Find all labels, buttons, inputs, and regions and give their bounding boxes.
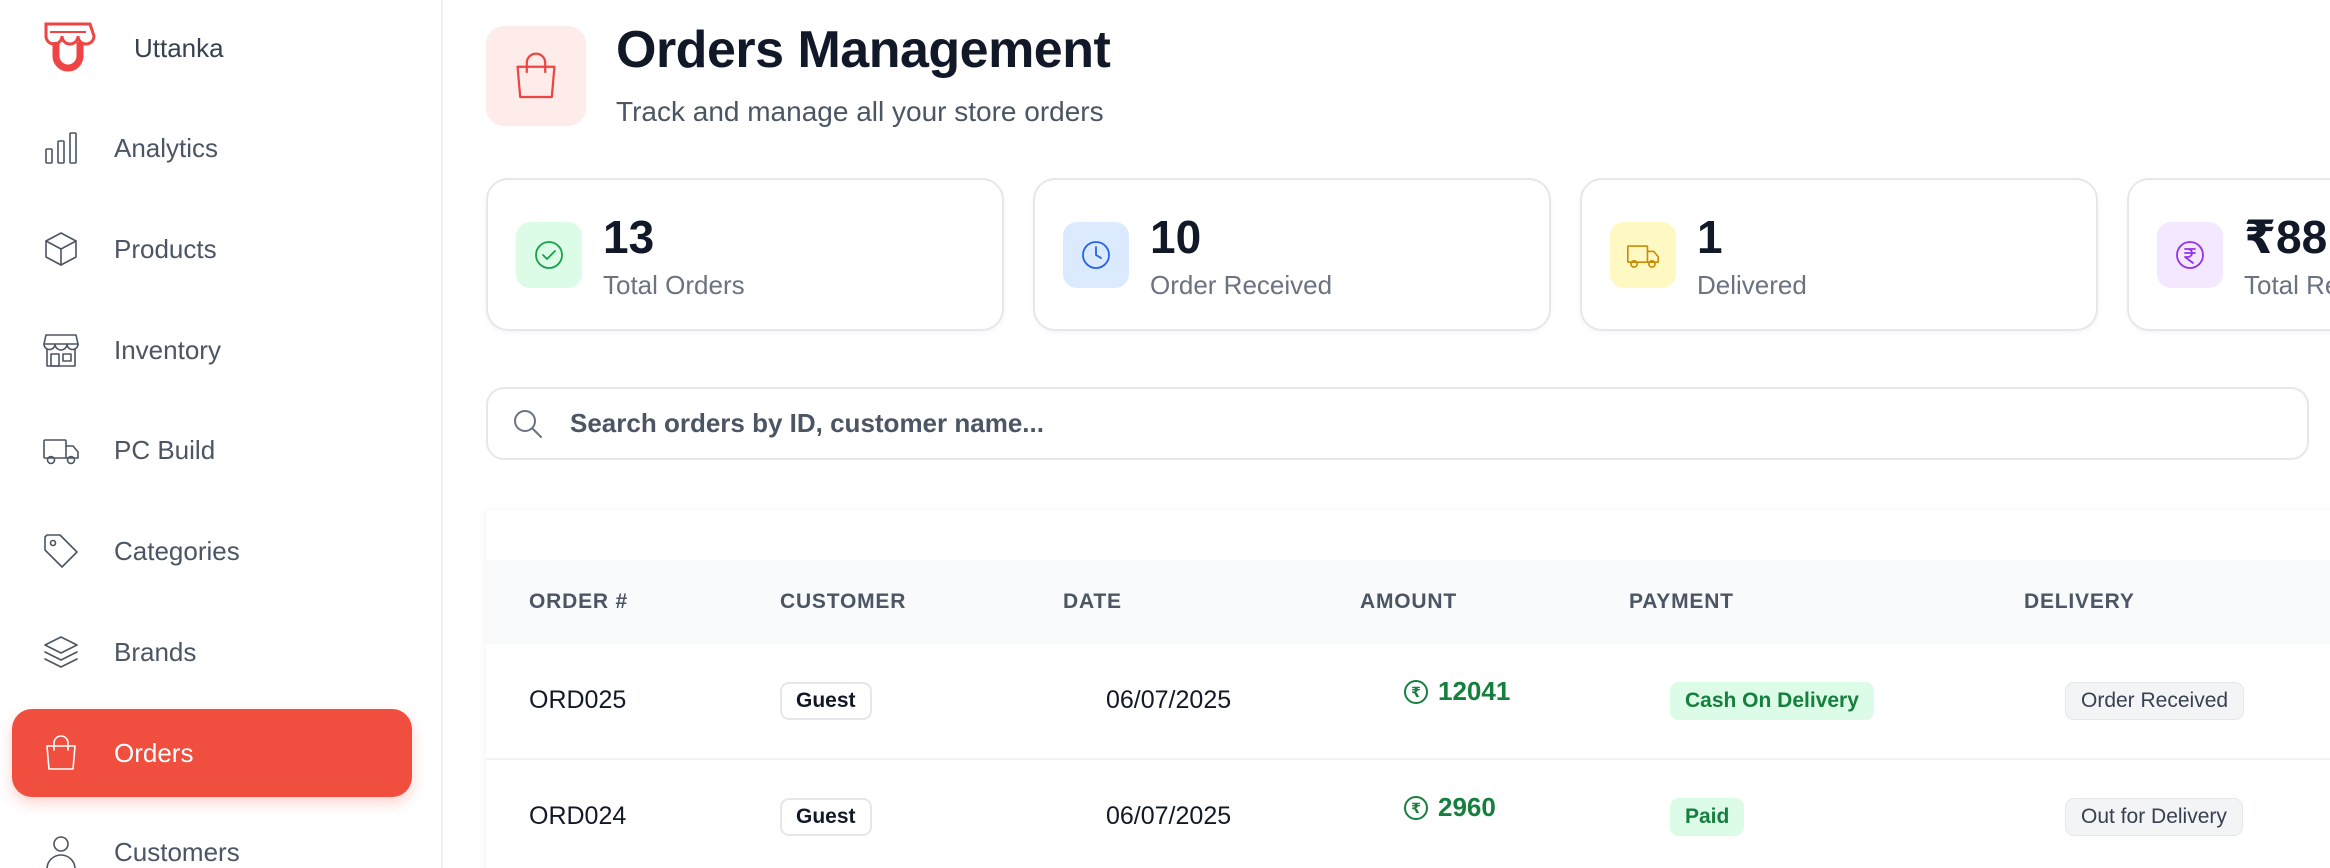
stat-label: Total Re (2244, 270, 2330, 300)
brand-name: Uttanka (134, 32, 224, 63)
sidebar-item-label: Customers (114, 836, 240, 867)
sidebar-item-customers[interactable]: Customers (12, 808, 412, 868)
store-logo-icon (44, 22, 96, 72)
table-row[interactable]: ORD024 Guest 06/07/2025 ₹ 2960 Paid Out … (486, 760, 2330, 868)
search-icon (512, 408, 544, 440)
order-date: 06/07/2025 (1106, 686, 1232, 714)
stat-label: Order Received (1150, 270, 1333, 300)
rupee-icon: ₹ (1404, 795, 1428, 820)
sidebar-item-label: Categories (114, 535, 240, 566)
stat-label: Delivered (1697, 270, 1807, 300)
customer-badge: Guest (780, 682, 872, 720)
order-date: 06/07/2025 (1106, 802, 1232, 830)
store-icon (42, 331, 80, 369)
sidebar-item-orders[interactable]: Orders (12, 709, 412, 797)
check-circle-icon (516, 222, 582, 288)
customer-badge: Guest (780, 798, 872, 836)
bar-chart-icon (42, 129, 80, 167)
header-icon-box (486, 26, 586, 126)
layers-icon (42, 633, 80, 671)
clock-icon (1063, 222, 1129, 288)
stat-card-order-received: 10 Order Received (1033, 178, 1551, 331)
brand[interactable]: Uttanka (40, 18, 224, 78)
stat-value: 1 (1697, 211, 1723, 263)
shopping-bag-icon (42, 734, 80, 772)
sidebar-item-label: Inventory (114, 334, 221, 365)
sidebar-item-pc-build[interactable]: PC Build (12, 406, 412, 494)
search-input[interactable] (568, 407, 2168, 440)
rupee-circle-icon (2157, 222, 2223, 288)
order-amount: ₹ 2960 (1404, 792, 1496, 823)
stat-card-total-revenue: ₹88, Total Re (2127, 178, 2330, 331)
sidebar-item-label: Orders (114, 737, 194, 768)
rupee-icon: ₹ (1404, 679, 1428, 704)
sidebar: Uttanka Analytics Products Inventory PC (0, 0, 443, 868)
stat-card-total-orders: 13 Total Orders (486, 178, 1004, 331)
amount-value: 2960 (1438, 792, 1496, 822)
amount-value: 12041 (1438, 676, 1511, 706)
shopping-bag-icon (516, 52, 556, 99)
truck-icon (1610, 222, 1676, 288)
sidebar-item-label: Products (114, 233, 217, 264)
user-icon (42, 833, 80, 868)
order-amount: ₹ 12041 (1404, 676, 1510, 707)
column-header-payment[interactable]: PAYMENT (1629, 560, 1734, 644)
stat-value: ₹88, (2244, 211, 2330, 263)
table-header: ORDER # CUSTOMER DATE AMOUNT PAYMENT DEL… (486, 560, 2330, 644)
stat-label: Total Orders (603, 270, 745, 300)
tag-icon (42, 532, 80, 570)
column-header-delivery[interactable]: DELIVERY (2024, 560, 2135, 644)
column-header-customer[interactable]: CUSTOMER (780, 560, 906, 644)
payment-status-badge: Cash On Delivery (1670, 682, 1874, 720)
column-header-order[interactable]: ORDER # (529, 560, 628, 644)
sidebar-item-products[interactable]: Products (12, 205, 412, 293)
box-icon (42, 230, 80, 268)
sidebar-item-analytics[interactable]: Analytics (12, 104, 412, 192)
column-header-date[interactable]: DATE (1063, 560, 1122, 644)
stat-value: 10 (1150, 211, 1202, 263)
delivery-status-badge[interactable]: Out for Delivery (2065, 798, 2243, 836)
page-subtitle: Track and manage all your store orders (616, 96, 1104, 127)
sidebar-item-label: PC Build (114, 434, 216, 465)
sidebar-item-categories[interactable]: Categories (12, 507, 412, 595)
order-id: ORD024 (529, 802, 627, 830)
main-content: Orders Management Track and manage all y… (443, 0, 2330, 868)
search-box (486, 387, 2309, 460)
delivery-status-badge[interactable]: Order Received (2065, 682, 2245, 720)
truck-icon (42, 431, 80, 469)
payment-status-badge: Paid (1670, 798, 1745, 836)
stat-value: 13 (603, 211, 655, 263)
column-header-amount[interactable]: AMOUNT (1360, 560, 1457, 644)
sidebar-item-inventory[interactable]: Inventory (12, 306, 412, 394)
table-row[interactable]: ORD025 Guest 06/07/2025 ₹ 12041 Cash On … (486, 644, 2330, 760)
sidebar-item-label: Brands (114, 636, 197, 667)
app-root: Uttanka Analytics Products Inventory PC (0, 0, 2330, 868)
sidebar-item-brands[interactable]: Brands (12, 608, 412, 696)
page-title: Orders Management (616, 21, 1111, 79)
order-id: ORD025 (529, 686, 627, 714)
orders-table: ORDER # CUSTOMER DATE AMOUNT PAYMENT DEL… (486, 510, 2330, 868)
sidebar-item-label: Analytics (114, 132, 219, 163)
stat-card-delivered: 1 Delivered (1580, 178, 2098, 331)
